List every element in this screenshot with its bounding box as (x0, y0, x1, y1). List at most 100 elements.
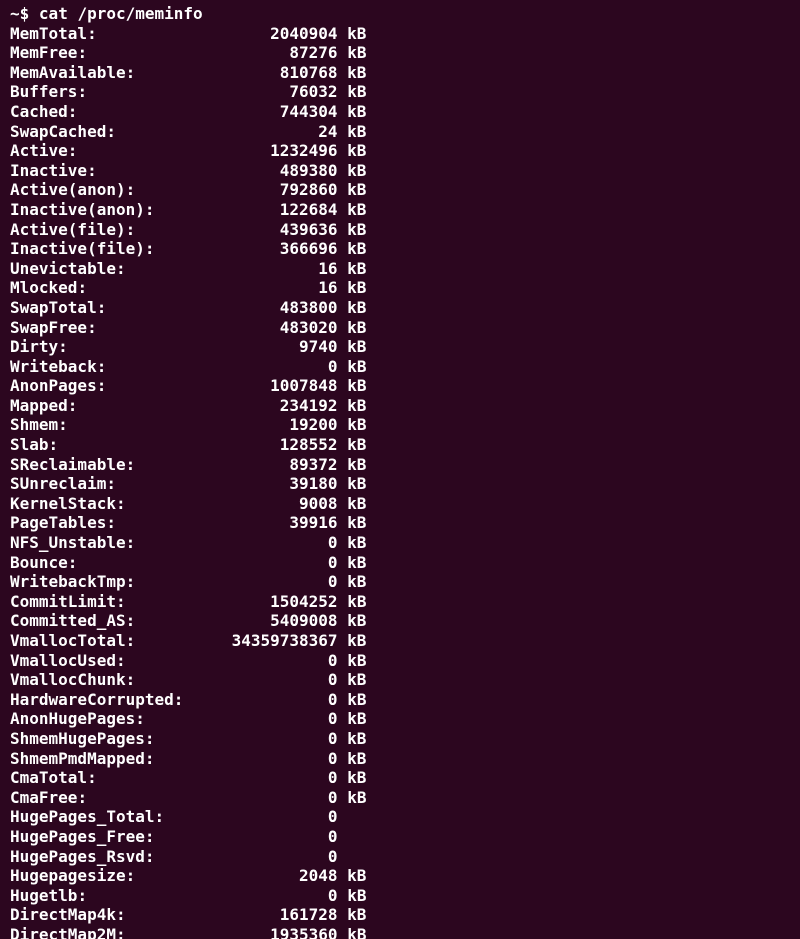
meminfo-value: 0 (328, 670, 338, 689)
command-output: MemTotal: 2040904 kB MemFree: 87276 kB M… (10, 24, 366, 939)
meminfo-unit: kB (347, 318, 366, 337)
meminfo-unit: kB (347, 200, 366, 219)
meminfo-key: PageTables (10, 513, 106, 532)
meminfo-line: Inactive(file): 366696 kB (10, 239, 366, 258)
meminfo-line: Cached: 744304 kB (10, 102, 366, 121)
meminfo-line: Shmem: 19200 kB (10, 415, 366, 434)
meminfo-key: KernelStack (10, 494, 116, 513)
meminfo-unit: kB (347, 278, 366, 297)
meminfo-value: 39180 (289, 474, 337, 493)
meminfo-unit: kB (347, 259, 366, 278)
meminfo-value: 439636 (280, 220, 338, 239)
meminfo-key: HardwareCorrupted (10, 690, 174, 709)
meminfo-unit: kB (347, 866, 366, 885)
meminfo-line: KernelStack: 9008 kB (10, 494, 366, 513)
command-text: cat /proc/meminfo (39, 4, 203, 23)
meminfo-value: 1935360 (270, 925, 337, 939)
meminfo-key: ShmemHugePages (10, 729, 145, 748)
meminfo-value: 1007848 (270, 376, 337, 395)
meminfo-key: VmallocUsed (10, 651, 116, 670)
meminfo-key: HugePages_Total (10, 807, 155, 826)
meminfo-line: HardwareCorrupted: 0 kB (10, 690, 366, 709)
meminfo-unit: kB (347, 435, 366, 454)
meminfo-unit: kB (347, 122, 366, 141)
meminfo-value: 16 (318, 259, 337, 278)
meminfo-line: Bounce: 0 kB (10, 553, 366, 572)
meminfo-line: Hugetlb: 0 kB (10, 886, 366, 905)
meminfo-unit: kB (347, 220, 366, 239)
meminfo-unit: kB (347, 376, 366, 395)
meminfo-value: 0 (328, 807, 338, 826)
meminfo-line: HugePages_Total: 0 (10, 807, 338, 826)
meminfo-line: PageTables: 39916 kB (10, 513, 366, 532)
meminfo-key: Bounce (10, 553, 68, 572)
meminfo-line: HugePages_Rsvd: 0 (10, 847, 338, 866)
meminfo-key: HugePages_Rsvd (10, 847, 145, 866)
meminfo-value: 792860 (280, 180, 338, 199)
meminfo-key: Writeback (10, 357, 97, 376)
meminfo-line: HugePages_Free: 0 (10, 827, 338, 846)
meminfo-unit: kB (347, 513, 366, 532)
meminfo-key: CmaTotal (10, 768, 87, 787)
meminfo-key: ShmemPmdMapped (10, 749, 145, 768)
meminfo-line: WritebackTmp: 0 kB (10, 572, 366, 591)
meminfo-key: SUnreclaim (10, 474, 106, 493)
meminfo-key: Mapped (10, 396, 68, 415)
meminfo-unit: kB (347, 631, 366, 650)
meminfo-line: CommitLimit: 1504252 kB (10, 592, 366, 611)
terminal-window[interactable]: ~$ cat /proc/meminfo MemTotal: 2040904 k… (0, 0, 800, 939)
meminfo-unit: kB (347, 161, 366, 180)
meminfo-value: 0 (328, 572, 338, 591)
meminfo-key: DirectMap4k (10, 905, 116, 924)
meminfo-key: SReclaimable (10, 455, 126, 474)
meminfo-key: Cached (10, 102, 68, 121)
meminfo-line: Writeback: 0 kB (10, 357, 366, 376)
meminfo-unit: kB (347, 749, 366, 768)
meminfo-unit: kB (347, 180, 366, 199)
meminfo-key: CommitLimit (10, 592, 116, 611)
meminfo-unit: kB (347, 611, 366, 630)
meminfo-line: DirectMap2M: 1935360 kB (10, 925, 366, 939)
meminfo-key: Committed_AS (10, 611, 126, 630)
meminfo-unit: kB (347, 24, 366, 43)
meminfo-line: Unevictable: 16 kB (10, 259, 366, 278)
meminfo-value: 16 (318, 278, 337, 297)
meminfo-unit: kB (347, 141, 366, 160)
meminfo-unit: kB (347, 572, 366, 591)
meminfo-value: 9740 (299, 337, 338, 356)
meminfo-line: CmaFree: 0 kB (10, 788, 366, 807)
meminfo-key: Active (10, 141, 68, 160)
meminfo-unit: kB (347, 651, 366, 670)
meminfo-value: 483800 (280, 298, 338, 317)
meminfo-key: MemTotal (10, 24, 87, 43)
meminfo-unit: kB (347, 905, 366, 924)
meminfo-line: MemAvailable: 810768 kB (10, 63, 366, 82)
meminfo-line: AnonHugePages: 0 kB (10, 709, 366, 728)
meminfo-unit: kB (347, 415, 366, 434)
meminfo-value: 0 (328, 847, 338, 866)
meminfo-key: Mlocked (10, 278, 77, 297)
meminfo-line: Mlocked: 16 kB (10, 278, 366, 297)
meminfo-value: 810768 (280, 63, 338, 82)
meminfo-line: ShmemHugePages: 0 kB (10, 729, 366, 748)
meminfo-key: Slab (10, 435, 49, 454)
meminfo-line: SReclaimable: 89372 kB (10, 455, 366, 474)
meminfo-unit: kB (347, 43, 366, 62)
meminfo-line: Inactive(anon): 122684 kB (10, 200, 366, 219)
meminfo-key: MemAvailable (10, 63, 126, 82)
meminfo-key: Active(anon) (10, 180, 126, 199)
meminfo-key: Inactive (10, 161, 87, 180)
meminfo-line: Active: 1232496 kB (10, 141, 366, 160)
meminfo-unit: kB (347, 396, 366, 415)
meminfo-key: Dirty (10, 337, 58, 356)
meminfo-unit: kB (347, 886, 366, 905)
meminfo-unit: kB (347, 670, 366, 689)
meminfo-line: Hugepagesize: 2048 kB (10, 866, 366, 885)
meminfo-unit: kB (347, 298, 366, 317)
meminfo-line: CmaTotal: 0 kB (10, 768, 366, 787)
meminfo-key: Hugetlb (10, 886, 77, 905)
meminfo-value: 89372 (289, 455, 337, 474)
meminfo-unit: kB (347, 494, 366, 513)
meminfo-value: 87276 (289, 43, 337, 62)
prompt-cwd: ~ (10, 4, 20, 23)
